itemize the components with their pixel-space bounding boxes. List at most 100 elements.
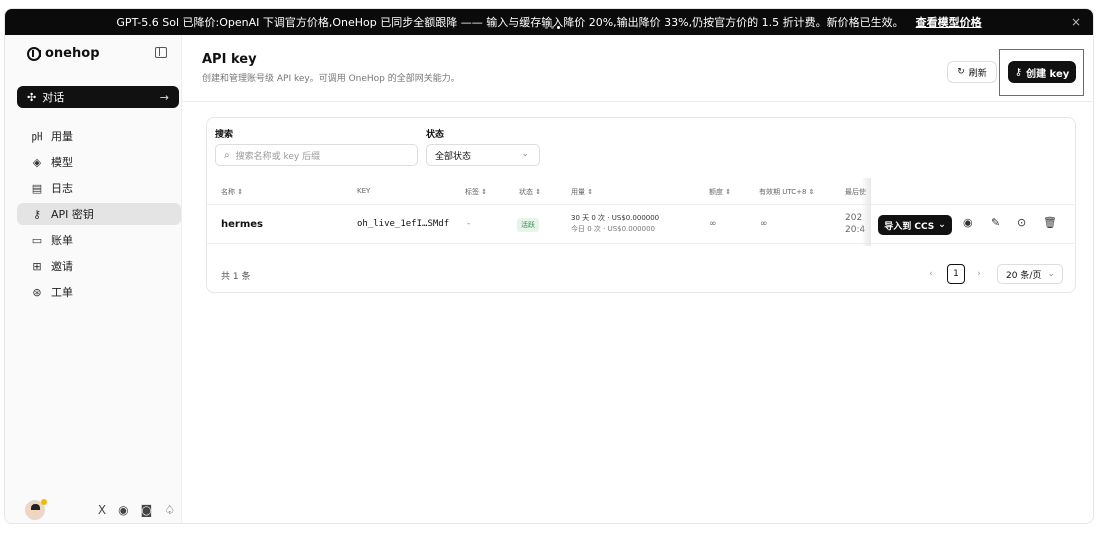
- pagination-prev-button[interactable]: ‹: [923, 264, 939, 284]
- banner-carousel-dots[interactable]: [545, 26, 560, 29]
- status-select-value: 全部状态: [435, 151, 472, 162]
- row-usage-30d: 30 天 0 次 · US$0.000000: [571, 214, 660, 222]
- status-badge: 活跃: [517, 218, 539, 232]
- sidebar-item-label: 用量: [51, 130, 73, 143]
- search-placeholder: 搜索名称或 key 后缀: [235, 151, 321, 162]
- carousel-dot-active[interactable]: [557, 26, 560, 29]
- page-size-value: 20 条/页: [1006, 270, 1042, 281]
- chevron-down-icon: ⌄: [521, 149, 529, 159]
- arrow-right-icon: →: [159, 90, 169, 104]
- bell-icon[interactable]: ♤: [164, 503, 175, 517]
- announcement-banner: GPT-5.6 Sol 已降价:OpenAI 下调官方价格,OneHop 已同步…: [5, 9, 1093, 35]
- eye-icon[interactable]: ◉: [963, 216, 973, 229]
- edit-pencil-icon[interactable]: ✎: [991, 216, 1000, 229]
- sidebar-item-label: 账单: [51, 234, 73, 247]
- x-icon[interactable]: X: [98, 503, 106, 517]
- scroll-fade-shadow: [861, 178, 871, 246]
- row-usage-today: 今日 0 次 · US$0.000000: [571, 225, 655, 233]
- chat-button-label: 对话: [42, 91, 65, 104]
- status-filter-label: 状态: [426, 130, 445, 140]
- app-window: GPT-5.6 Sol 已降价:OpenAI 下调官方价格,OneHop 已同步…: [4, 8, 1094, 524]
- key-icon: ⚷: [1014, 66, 1023, 78]
- column-header-status[interactable]: 状态 ⇕: [519, 187, 541, 197]
- sidebar-item-invite[interactable]: ⊞ 邀请: [17, 255, 181, 277]
- api-keys-card: 搜索 状态 ⌕ 搜索名称或 key 后缀 全部状态 ⌄ 名称 ⇕ KEY 标签 …: [206, 117, 1076, 293]
- gift-icon: ⊞: [32, 259, 42, 273]
- status-dot-icon: [41, 499, 47, 505]
- header-divider: [182, 101, 1093, 102]
- view-model-pricing-link[interactable]: 查看模型价格: [916, 14, 982, 30]
- onehop-logo[interactable]: onehop: [27, 46, 100, 61]
- status-select[interactable]: 全部状态 ⌄: [426, 144, 540, 166]
- row-tags: -: [467, 219, 471, 229]
- sidebar-item-tickets[interactable]: ⊛ 工单: [17, 281, 181, 303]
- sidebar-item-api-keys[interactable]: ⚷ API 密钥: [17, 203, 181, 225]
- logs-icon: ▤: [31, 181, 43, 195]
- discord-icon[interactable]: ◙: [141, 503, 153, 517]
- close-icon[interactable]: ×: [1071, 15, 1081, 29]
- sparkle-icon: ✣: [27, 90, 37, 104]
- billing-card-icon: ▭: [31, 233, 43, 247]
- sidebar-item-models[interactable]: ◈ 模型: [17, 151, 181, 173]
- column-header-tags[interactable]: 标签 ⇕: [465, 187, 487, 197]
- row-key: oh_live_1efI…SMdf: [357, 219, 450, 229]
- sidebar-item-label: 邀请: [51, 260, 73, 273]
- create-key-button-label: 创建 key: [1026, 68, 1070, 80]
- sidebar-item-label: API 密钥: [51, 208, 94, 221]
- support-ticket-icon: ⊛: [32, 285, 42, 299]
- column-header-expiry[interactable]: 有效期 UTC+8 ⇕: [759, 187, 815, 197]
- column-header-usage[interactable]: 用量 ⇕: [571, 187, 593, 197]
- social-links: X ◉ ◙ ♤: [98, 503, 175, 517]
- create-key-button[interactable]: ⚷ 创建 key: [1008, 61, 1076, 83]
- column-header-name[interactable]: 名称 ⇕: [221, 187, 243, 197]
- import-to-ccs-button[interactable]: 导入到 CCS ⌄: [878, 215, 952, 235]
- logo-mark-icon: [27, 46, 41, 61]
- column-header-quota[interactable]: 额度 ⇕: [709, 187, 731, 197]
- page-title: API key: [202, 52, 257, 67]
- table-row: hermes oh_live_1efI…SMdf - 活跃 30 天 0 次 ·…: [207, 204, 1075, 244]
- carousel-dot[interactable]: [551, 26, 554, 29]
- usage-chart-icon: ㏗: [31, 130, 43, 143]
- sidebar-item-logs[interactable]: ▤ 日志: [17, 177, 181, 199]
- page-subtitle: 创建和管理账号级 API key。可调用 OneHop 的全部网关能力。: [202, 74, 460, 84]
- page-size-select[interactable]: 20 条/页 ⌄: [997, 264, 1063, 284]
- row-quota: ∞: [709, 219, 717, 229]
- sidebar: onehop ✣ 对话 → ㏗ 用量 ◈ 模型 ▤ 日志 ⚷ API 密钥 ▭ …: [5, 35, 181, 523]
- chevron-down-icon: ⌄: [1047, 269, 1055, 279]
- banner-text: GPT-5.6 Sol 已降价:OpenAI 下调官方价格,OneHop 已同步…: [116, 16, 904, 29]
- disable-circle-icon[interactable]: ⊙: [1017, 216, 1026, 229]
- row-name: hermes: [221, 219, 263, 230]
- sidebar-item-label: 工单: [51, 286, 73, 299]
- search-input[interactable]: ⌕ 搜索名称或 key 后缀: [215, 144, 418, 166]
- pagination-page-1[interactable]: 1: [947, 264, 965, 284]
- refresh-button-label: 刷新: [968, 68, 987, 79]
- column-header-key: KEY: [357, 187, 371, 195]
- refresh-icon: ↻: [957, 67, 965, 77]
- key-icon: ⚷: [32, 207, 42, 221]
- avatar[interactable]: [25, 499, 47, 520]
- chevron-down-icon: ⌄: [938, 220, 946, 230]
- trash-icon[interactable]: 🗑: [1043, 216, 1057, 229]
- sidebar-collapse-icon[interactable]: [155, 47, 167, 58]
- refresh-button[interactable]: ↻ 刷新: [947, 61, 997, 83]
- table-header: 名称 ⇕ KEY 标签 ⇕ 状态 ⇕ 用量 ⇕ 额度 ⇕ 有效期 UTC+8 ⇕…: [207, 178, 1075, 204]
- import-to-ccs-label: 导入到 CCS: [884, 221, 935, 232]
- models-layers-icon: ◈: [32, 155, 42, 169]
- sidebar-item-billing[interactable]: ▭ 账单: [17, 229, 181, 251]
- total-count: 共 1 条: [221, 272, 251, 282]
- row-last-used-date: 202: [845, 213, 863, 223]
- logo-text: onehop: [45, 46, 100, 61]
- sidebar-item-label: 日志: [51, 182, 73, 195]
- sidebar-item-label: 模型: [51, 156, 73, 169]
- pagination-next-button[interactable]: ›: [971, 264, 987, 284]
- chat-button[interactable]: ✣ 对话 →: [17, 86, 179, 108]
- search-icon: ⌕: [224, 149, 230, 161]
- telegram-icon[interactable]: ◉: [118, 503, 128, 517]
- sidebar-footer: X ◉ ◙ ♤: [25, 499, 175, 521]
- carousel-dot[interactable]: [545, 26, 548, 29]
- row-expiry: ∞: [760, 219, 768, 229]
- sidebar-nav: ㏗ 用量 ◈ 模型 ▤ 日志 ⚷ API 密钥 ▭ 账单 ⊞ 邀请 ⊛ 工单: [17, 125, 181, 307]
- sidebar-item-usage[interactable]: ㏗ 用量: [17, 125, 181, 147]
- search-label: 搜索: [215, 130, 234, 140]
- main-content: API key 创建和管理账号级 API key。可调用 OneHop 的全部网…: [181, 35, 1093, 523]
